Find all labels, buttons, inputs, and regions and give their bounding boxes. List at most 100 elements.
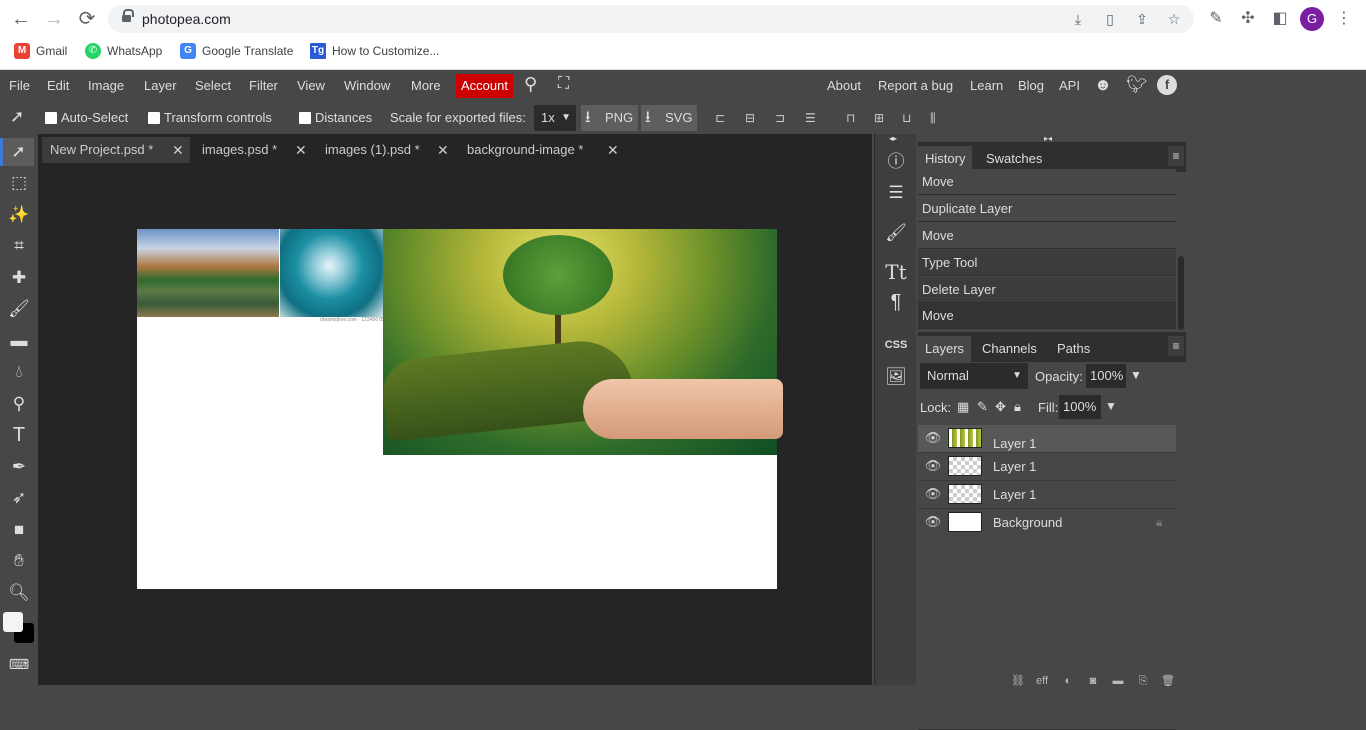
effects-icon[interactable]: eff bbox=[1034, 675, 1050, 687]
align-bottom-icon[interactable]: ⊔ bbox=[902, 111, 920, 127]
brush-tool[interactable]: 🖌︎ bbox=[4, 295, 34, 323]
search-icon[interactable]: ⚲ bbox=[524, 74, 537, 95]
pen-tool[interactable]: ✒ bbox=[4, 453, 34, 481]
panel-menu-icon[interactable]: ≡ bbox=[1168, 336, 1184, 356]
link-icon[interactable]: ⛓ bbox=[1010, 675, 1026, 687]
gradient-tool[interactable]: ▬ bbox=[4, 327, 34, 355]
sidepanel-icon[interactable]: ◧ bbox=[1270, 9, 1290, 29]
close-icon[interactable]: ✕ bbox=[172, 137, 184, 163]
fill-input[interactable]: 100% bbox=[1059, 395, 1101, 419]
history-item[interactable]: Type Tool bbox=[918, 250, 1176, 276]
tab-images[interactable]: images.psd * ✕ bbox=[194, 137, 314, 163]
css-icon[interactable]: CSS bbox=[881, 332, 911, 358]
menu-filter[interactable]: Filter bbox=[249, 78, 278, 93]
healing-tool[interactable]: ✚ bbox=[4, 264, 34, 292]
lock-transparency-icon[interactable]: ▦ bbox=[957, 399, 969, 415]
export-png-button[interactable]: ⭳ PNG bbox=[581, 105, 639, 131]
eye-icon[interactable]: 👁︎ bbox=[924, 431, 942, 445]
history-item[interactable]: Delete Layer bbox=[918, 277, 1176, 303]
address-bar[interactable]: photopea.com ⤓ ▯ ⇪ ☆ bbox=[108, 5, 1194, 33]
bookmark-google-translate[interactable]: G Google Translate bbox=[180, 43, 293, 59]
layer-row[interactable]: 👁︎ Layer 1 bbox=[918, 453, 1176, 481]
shape-tool[interactable]: ■ bbox=[4, 516, 34, 544]
scale-select[interactable]: 1x ▼ bbox=[534, 105, 576, 131]
layer-row[interactable]: 👁︎ Layer 1 bbox=[918, 425, 1176, 453]
fullscreen-icon[interactable]: ⛶ bbox=[558, 75, 569, 93]
opacity-dropdown-icon[interactable]: ▼ bbox=[1130, 368, 1142, 382]
link-blog[interactable]: Blog bbox=[1018, 78, 1044, 93]
paragraph-icon[interactable]: ¶ bbox=[881, 289, 911, 315]
image-icon[interactable]: 🖼︎ bbox=[881, 364, 911, 390]
lock-position-icon[interactable]: ✥ bbox=[995, 399, 1006, 415]
dodge-tool[interactable]: ⚲ bbox=[4, 390, 34, 418]
folder-icon[interactable]: ▬ bbox=[1110, 675, 1126, 687]
history-item[interactable]: Move bbox=[918, 303, 1176, 329]
dandelion-image[interactable] bbox=[280, 229, 383, 317]
tab-channels[interactable]: Channels bbox=[975, 336, 1044, 362]
menu-image[interactable]: Image bbox=[88, 78, 124, 93]
page-icon[interactable]: ▯ bbox=[1102, 11, 1118, 27]
account-button[interactable]: Account bbox=[456, 74, 513, 98]
profile-avatar[interactable]: G bbox=[1300, 7, 1324, 31]
align-left-icon[interactable]: ⊏ bbox=[715, 111, 733, 127]
eye-icon[interactable]: 👁︎ bbox=[924, 515, 942, 529]
bookmark-whatsapp[interactable]: ✆ WhatsApp bbox=[85, 43, 162, 59]
character-icon[interactable]: Tt bbox=[881, 259, 911, 285]
reload-button[interactable]: ⟳ bbox=[76, 8, 98, 30]
menu-more[interactable]: More bbox=[411, 78, 441, 93]
browser-menu-icon[interactable]: ⋮ bbox=[1334, 9, 1354, 29]
eye-icon[interactable]: 👁︎ bbox=[924, 487, 942, 501]
info-icon[interactable]: ⓘ bbox=[881, 149, 911, 175]
adjustments-icon[interactable]: ☰ bbox=[881, 180, 911, 206]
history-item[interactable]: Duplicate Layer bbox=[918, 196, 1176, 222]
forward-button[interactable]: → bbox=[43, 8, 65, 30]
eye-icon[interactable]: 👁︎ bbox=[924, 459, 942, 473]
path-select-tool[interactable]: ➶ bbox=[4, 484, 34, 512]
bookmark-how-to-customize[interactable]: Tg How to Customize... bbox=[310, 43, 439, 59]
zoom-tool[interactable]: 🔍︎ bbox=[4, 579, 34, 607]
align-vcenter-icon[interactable]: ⊞ bbox=[874, 111, 892, 127]
layer-row[interactable]: 👁︎ Background 🔒︎ bbox=[918, 509, 1176, 537]
link-report-bug[interactable]: Report a bug bbox=[878, 78, 953, 93]
tab-paths[interactable]: Paths bbox=[1050, 336, 1097, 362]
history-item[interactable]: Move bbox=[918, 169, 1176, 195]
tab-images-1[interactable]: images (1).psd * ✕ bbox=[317, 137, 457, 163]
mountain-lake-image[interactable] bbox=[137, 229, 279, 317]
back-button[interactable]: ← bbox=[10, 8, 32, 30]
move-tool[interactable]: ➚ bbox=[0, 138, 34, 166]
distances-checkbox[interactable] bbox=[299, 112, 311, 124]
crop-tool[interactable]: ⌗ bbox=[4, 232, 34, 260]
blur-tool[interactable]: 💧︎ bbox=[4, 358, 34, 386]
close-icon[interactable]: ✕ bbox=[295, 137, 307, 163]
tree-hand-image[interactable] bbox=[379, 229, 783, 455]
lock-paint-icon[interactable]: ✎ bbox=[977, 399, 988, 415]
transform-controls-checkbox[interactable] bbox=[148, 112, 160, 124]
history-item[interactable]: Move bbox=[918, 223, 1176, 249]
auto-select-checkbox[interactable] bbox=[45, 112, 57, 124]
opacity-input[interactable]: 100% bbox=[1086, 364, 1126, 388]
canvas[interactable]: dreamstime.com · 12345678 bbox=[137, 229, 783, 589]
align-top-icon[interactable]: ⊓ bbox=[846, 111, 864, 127]
close-icon[interactable]: ✕ bbox=[437, 137, 449, 163]
foreground-color-swatch[interactable] bbox=[3, 612, 23, 632]
facebook-icon[interactable]: f bbox=[1157, 75, 1177, 95]
menu-layer[interactable]: Layer bbox=[144, 78, 177, 93]
align-hcenter-icon[interactable]: ⊟ bbox=[745, 111, 763, 127]
puzzle-icon[interactable]: ✣ bbox=[1238, 9, 1258, 29]
magic-wand-tool[interactable]: ✨ bbox=[4, 201, 34, 229]
link-learn[interactable]: Learn bbox=[970, 78, 1003, 93]
adjustment-icon[interactable]: ◐ bbox=[1060, 675, 1076, 687]
bookmark-gmail[interactable]: M Gmail bbox=[14, 43, 67, 59]
tab-new-project[interactable]: New Project.psd * ✕ bbox=[42, 137, 190, 163]
link-about[interactable]: About bbox=[827, 78, 861, 93]
link-api[interactable]: API bbox=[1059, 78, 1080, 93]
menu-file[interactable]: File bbox=[9, 78, 30, 93]
brush-settings-icon[interactable]: 🖌︎ bbox=[881, 220, 911, 246]
twitter-icon[interactable]: 🐦︎ bbox=[1126, 75, 1148, 95]
reddit-icon[interactable]: ☻ bbox=[1094, 75, 1112, 95]
menu-select[interactable]: Select bbox=[195, 78, 231, 93]
collapse-arrows-icon[interactable]: ◂▸ bbox=[889, 134, 897, 143]
marquee-tool[interactable]: ⬚ bbox=[4, 169, 34, 197]
menu-window[interactable]: Window bbox=[344, 78, 390, 93]
install-icon[interactable]: ⤓ bbox=[1070, 11, 1086, 27]
